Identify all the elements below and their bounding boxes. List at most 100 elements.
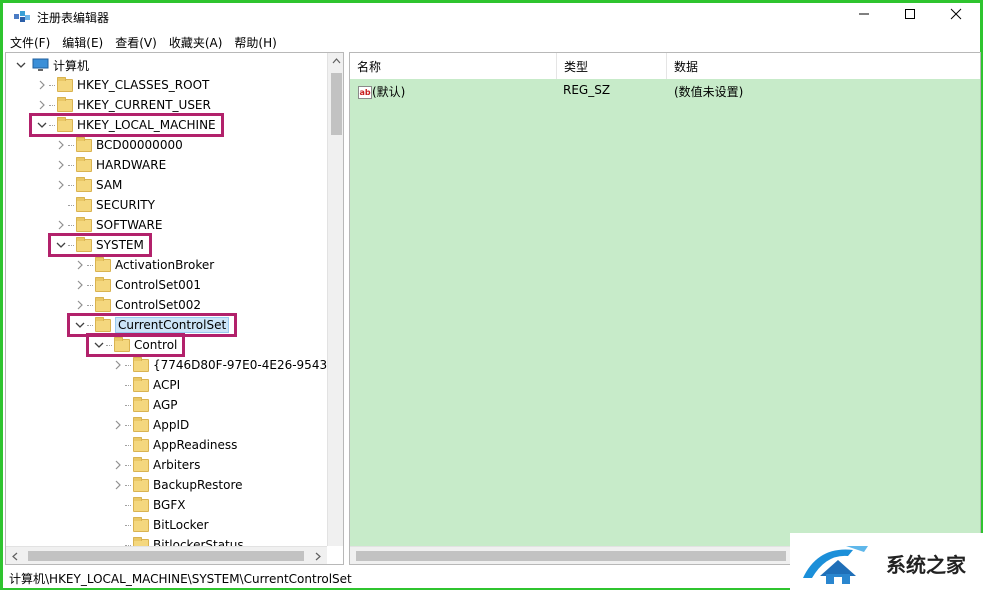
- expand-chevron-icon[interactable]: [113, 420, 123, 430]
- expand-chevron-icon[interactable]: [75, 280, 85, 290]
- expand-chevron-icon[interactable]: [56, 180, 66, 190]
- tree-item[interactable]: ControlSet001: [87, 275, 201, 295]
- tree-vertical-scrollbar[interactable]: [327, 53, 343, 546]
- tree-item[interactable]: SAM: [68, 175, 122, 195]
- tree-item-label: SAM: [96, 178, 123, 192]
- tree-item[interactable]: BGFX: [125, 495, 185, 515]
- close-button[interactable]: [933, 3, 979, 25]
- menu-view[interactable]: 查看(V): [115, 34, 157, 51]
- tree-item-label: ControlSet001: [115, 278, 201, 292]
- tree-item[interactable]: AppReadiness: [125, 435, 237, 455]
- tree-item[interactable]: {7746D80F-97E0-4E26-9543-26: [125, 355, 344, 375]
- tree-connector: [125, 484, 131, 486]
- tree-item-label: AppReadiness: [153, 438, 238, 452]
- registry-editor-window: 注册表编辑器 文件(F) 编辑(E) 查看(V) 收藏夹(A) 帮助(H) 计算…: [0, 0, 983, 590]
- tree-item[interactable]: HKEY_CURRENT_USER: [49, 95, 211, 115]
- tree-item[interactable]: SOFTWARE: [68, 215, 162, 235]
- highlight-box: [86, 333, 185, 357]
- tree-item[interactable]: HKEY_CLASSES_ROOT: [49, 75, 209, 95]
- house-logo-icon: [803, 546, 868, 584]
- tree-root-computer[interactable]: 计算机: [16, 55, 89, 75]
- column-header-data[interactable]: 数据: [667, 53, 980, 79]
- tree-item[interactable]: BackupRestore: [125, 475, 243, 495]
- scroll-left-icon[interactable]: [12, 552, 18, 561]
- tree-connector: [87, 284, 93, 286]
- tree-connector: [68, 204, 74, 206]
- tree-item[interactable]: SECURITY: [68, 195, 155, 215]
- registry-tree-pane[interactable]: 计算机 HKEY_CLASSES_ROOT HKEY_CURRENT_USER HKE…: [5, 52, 344, 565]
- tree-item-label: SECURITY: [96, 198, 155, 212]
- values-list-pane[interactable]: 名称 类型 数据 ab(默认) REG_SZ (数值未设置): [349, 52, 981, 565]
- folder-icon: [76, 196, 92, 212]
- value-data: (数值未设置): [674, 85, 744, 99]
- status-path: 计算机\HKEY_LOCAL_MACHINE\SYSTEM\CurrentCon…: [9, 571, 352, 586]
- string-value-icon: ab: [358, 86, 372, 99]
- expand-chevron-icon[interactable]: [75, 300, 85, 310]
- folder-icon: [95, 296, 111, 312]
- computer-icon: [32, 58, 49, 71]
- tree-connector: [68, 144, 74, 146]
- tree-connector: [49, 104, 55, 106]
- tree-item[interactable]: ControlSet002: [87, 295, 201, 315]
- expand-chevron-icon[interactable]: [37, 100, 47, 110]
- column-header-type[interactable]: 类型: [557, 53, 667, 79]
- tree-item[interactable]: AppID: [125, 415, 189, 435]
- folder-icon: [133, 376, 149, 392]
- tree-item-label: ACPI: [153, 378, 181, 392]
- expand-chevron-icon[interactable]: [75, 260, 85, 270]
- tree-item[interactable]: BitLocker: [125, 515, 209, 535]
- tree-item[interactable]: Arbiters: [125, 455, 200, 475]
- expand-chevron-icon[interactable]: [113, 480, 123, 490]
- value-row[interactable]: ab(默认) REG_SZ (数值未设置): [350, 81, 980, 101]
- tree-item-label: BGFX: [153, 498, 186, 512]
- scroll-right-icon[interactable]: [315, 552, 321, 561]
- folder-icon: [133, 416, 149, 432]
- highlight-box: [29, 113, 224, 137]
- value-name: (默认): [372, 85, 406, 99]
- menu-file[interactable]: 文件(F): [10, 34, 50, 51]
- tree-root-label: 计算机: [53, 58, 90, 73]
- menu-help[interactable]: 帮助(H): [234, 34, 276, 51]
- tree-item-label: BitLocker: [153, 518, 209, 532]
- minimize-button[interactable]: [841, 3, 887, 25]
- tree-item-label: AGP: [153, 398, 178, 412]
- menu-edit[interactable]: 编辑(E): [62, 34, 103, 51]
- column-header-name[interactable]: 名称: [350, 53, 557, 79]
- tree-connector: [87, 264, 93, 266]
- value-name-cell: ab(默认): [358, 83, 405, 100]
- tree-item-label: {7746D80F-97E0-4E26-9543-26: [153, 358, 344, 372]
- tree-connector: [125, 524, 131, 526]
- folder-icon: [76, 136, 92, 152]
- tree-vertical-scroll-thumb[interactable]: [331, 73, 342, 135]
- tree-horizontal-scroll-thumb[interactable]: [28, 551, 304, 561]
- tree-item-label: BCD00000000: [96, 138, 183, 152]
- expand-chevron-icon[interactable]: [37, 80, 47, 90]
- tree-connector: [125, 504, 131, 506]
- registry-editor-app-icon: [14, 11, 30, 22]
- folder-icon: [76, 176, 92, 192]
- tree-item[interactable]: ActivationBroker: [87, 255, 214, 275]
- tree-item-label: HKEY_CURRENT_USER: [77, 98, 211, 112]
- tree-item[interactable]: ACPI: [125, 375, 180, 395]
- folder-icon: [57, 76, 73, 92]
- value-type: REG_SZ: [563, 83, 611, 97]
- tree-connector: [87, 304, 93, 306]
- list-horizontal-scroll-thumb[interactable]: [356, 551, 786, 561]
- menu-favorites[interactable]: 收藏夹(A): [169, 34, 223, 51]
- maximize-button[interactable]: [887, 3, 933, 25]
- close-icon: [950, 8, 962, 20]
- scroll-up-icon[interactable]: [332, 58, 341, 64]
- expand-chevron-icon[interactable]: [56, 160, 66, 170]
- tree-item[interactable]: BCD00000000: [68, 135, 183, 155]
- tree-connector: [125, 424, 131, 426]
- expand-chevron-icon[interactable]: [56, 220, 66, 230]
- expand-chevron-icon[interactable]: [113, 460, 123, 470]
- expand-chevron-icon[interactable]: [56, 140, 66, 150]
- expand-chevron-icon[interactable]: [113, 360, 123, 370]
- tree-item[interactable]: HARDWARE: [68, 155, 166, 175]
- folder-icon: [133, 516, 149, 532]
- tree-horizontal-scrollbar[interactable]: [6, 546, 327, 564]
- tree-item[interactable]: AGP: [125, 395, 178, 415]
- folder-icon: [76, 156, 92, 172]
- expand-chevron-icon[interactable]: [16, 60, 26, 70]
